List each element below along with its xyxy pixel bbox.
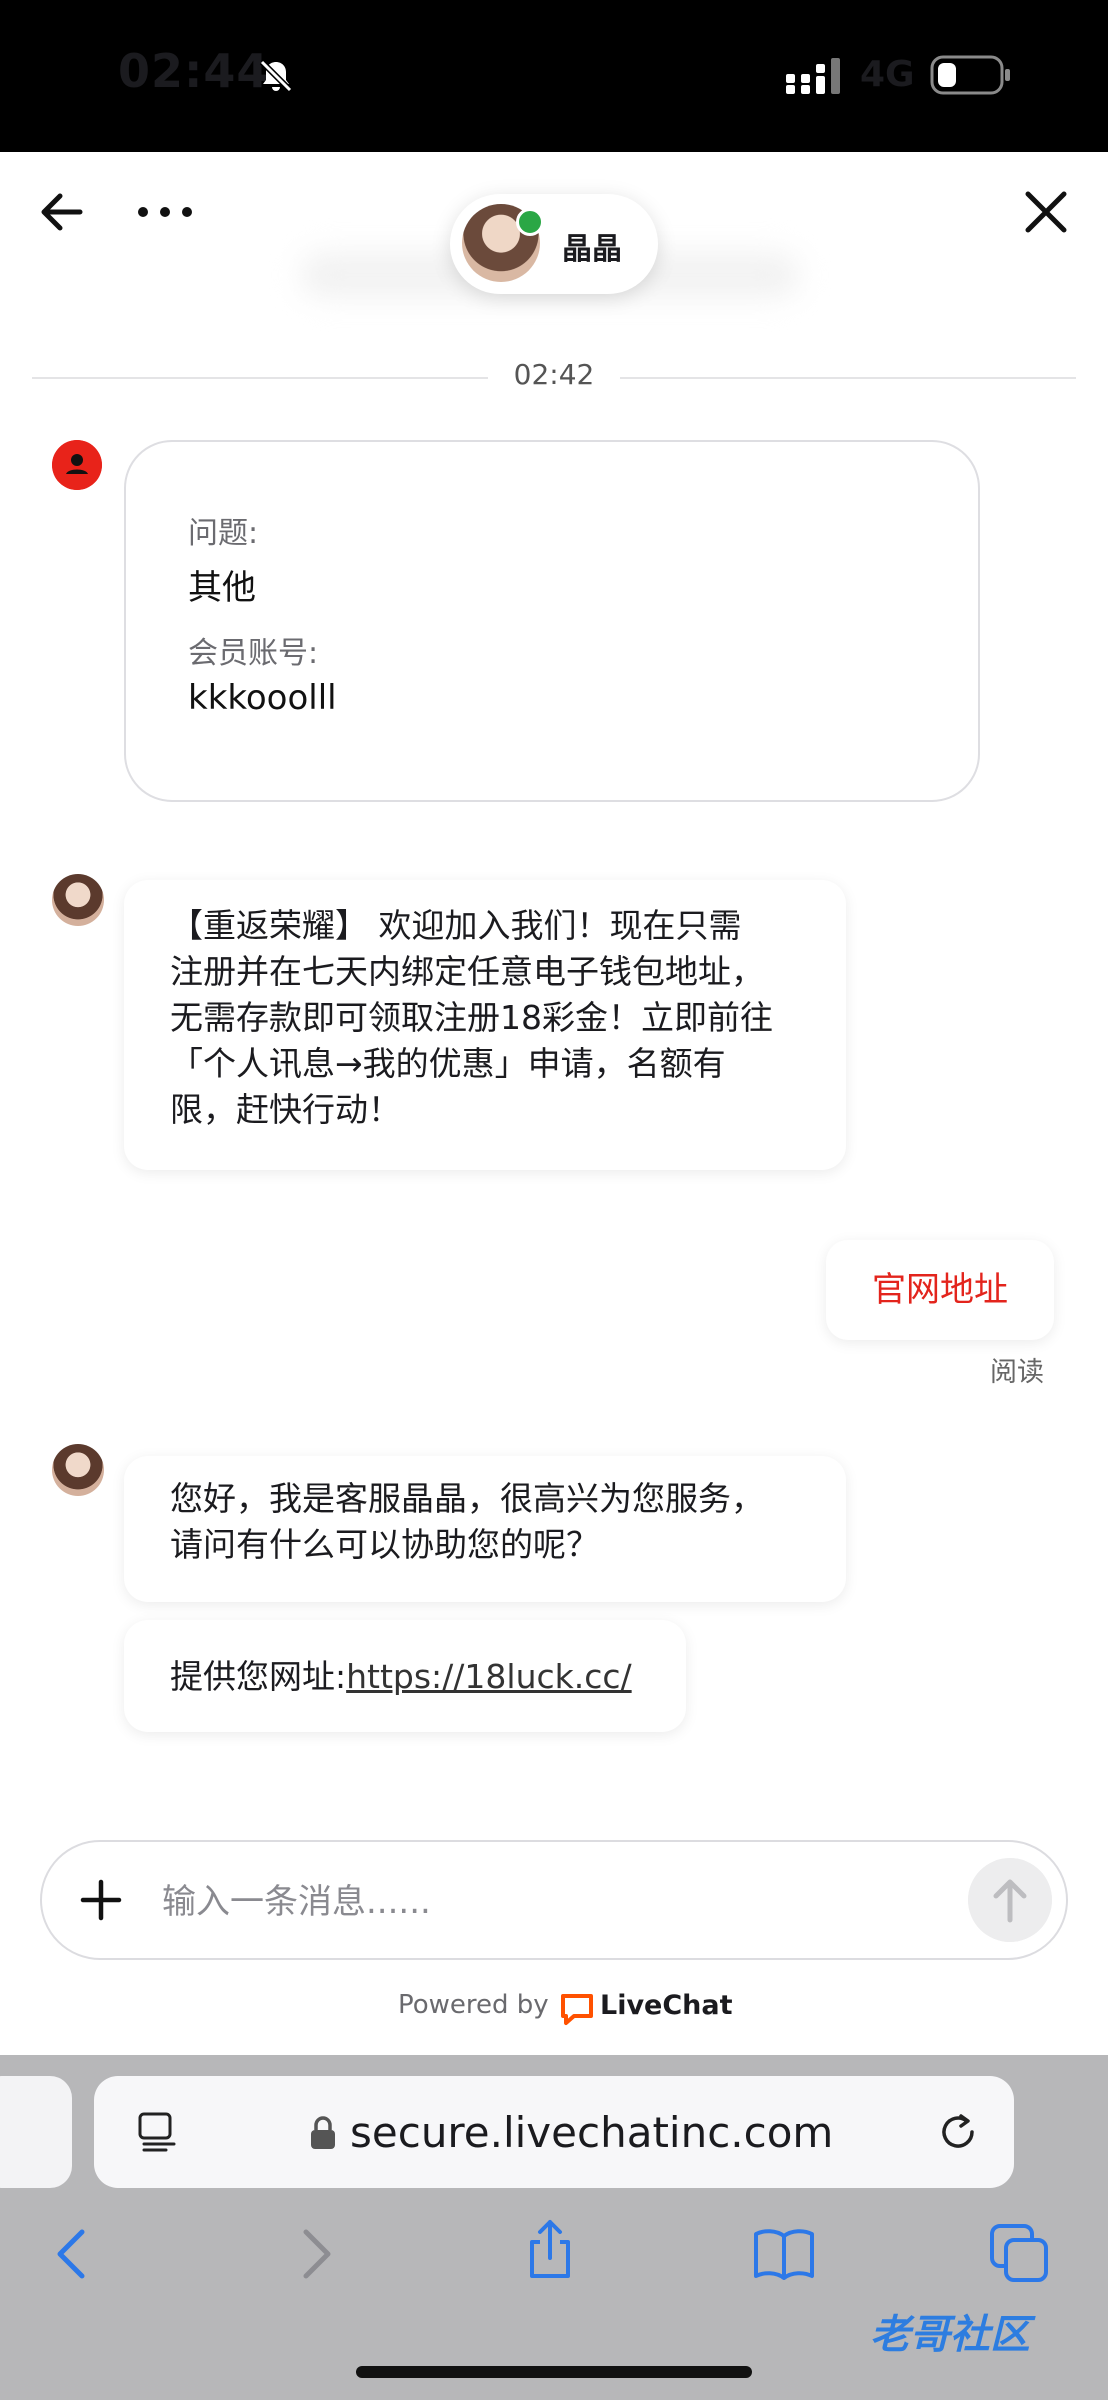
reload-icon[interactable] xyxy=(932,2106,984,2158)
powered-by-label: Powered by xyxy=(398,1990,549,2020)
browser-back-icon[interactable] xyxy=(42,2222,106,2286)
question-label: 问题: xyxy=(188,516,259,551)
website-link[interactable]: https://18luck.cc/ xyxy=(346,1657,632,1696)
divider-timestamp: 02:42 xyxy=(513,358,595,391)
home-indicator xyxy=(356,2366,752,2378)
livechat-logo-icon xyxy=(561,1994,593,2025)
account-label: 会员账号: xyxy=(188,636,319,671)
send-arrow-icon[interactable] xyxy=(968,1858,1052,1942)
livechat-brand[interactable]: LiveChat xyxy=(600,1990,733,2021)
divider-line-left xyxy=(32,377,488,379)
read-receipt: 阅读 xyxy=(990,1357,1044,1388)
link-prefix-text: 提供您网址: xyxy=(170,1657,347,1696)
browser-forward-icon[interactable] xyxy=(282,2222,346,2286)
visitor-message-text: 官网地址 xyxy=(872,1270,1008,1310)
message-input[interactable] xyxy=(160,1856,944,1948)
url-text[interactable]: secure.livechatinc.com xyxy=(350,2108,833,2157)
page-menu-icon[interactable] xyxy=(136,2110,180,2154)
previous-tab-card[interactable] xyxy=(0,2076,72,2188)
tabs-icon[interactable] xyxy=(988,2222,1052,2286)
divider-line-right xyxy=(620,377,1076,379)
signal-icon xyxy=(786,58,840,94)
add-attachment-button[interactable] xyxy=(74,1870,128,1930)
share-icon[interactable] xyxy=(518,2218,582,2282)
bookmarks-icon[interactable] xyxy=(752,2222,816,2286)
back-arrow-icon[interactable] xyxy=(30,180,94,244)
online-status-dot xyxy=(516,208,544,236)
bell-muted-icon xyxy=(259,59,293,93)
status-time: 02:44 xyxy=(118,44,270,98)
agent-greeting-message: 您好，我是客服晶晶，很高兴为您服务， 请问有什么可以协助您的呢？ xyxy=(170,1479,764,1564)
visitor-avatar-icon xyxy=(52,440,102,490)
agent-message-avatar xyxy=(52,874,104,926)
account-value: kkkooolll xyxy=(188,678,337,718)
agent-promo-message: 【重返荣耀】 欢迎加入我们！现在只需 注册并在七天内绑定任意电子钱包地址， 无需… xyxy=(170,906,773,1129)
close-icon[interactable] xyxy=(1012,180,1080,244)
battery-icon xyxy=(930,55,1010,95)
more-options-icon[interactable] xyxy=(130,180,200,244)
watermark-logo: 老哥社区 xyxy=(870,2312,1030,2358)
agent-message-avatar xyxy=(52,1444,104,1496)
network-label: 4G xyxy=(860,54,915,95)
prechat-form-card xyxy=(124,440,980,802)
question-value: 其他 xyxy=(188,568,256,608)
agent-name: 晶晶 xyxy=(562,232,622,267)
agent-link-message: 提供您网址:https://18luck.cc/ xyxy=(170,1650,632,1698)
lock-icon xyxy=(311,2116,335,2149)
